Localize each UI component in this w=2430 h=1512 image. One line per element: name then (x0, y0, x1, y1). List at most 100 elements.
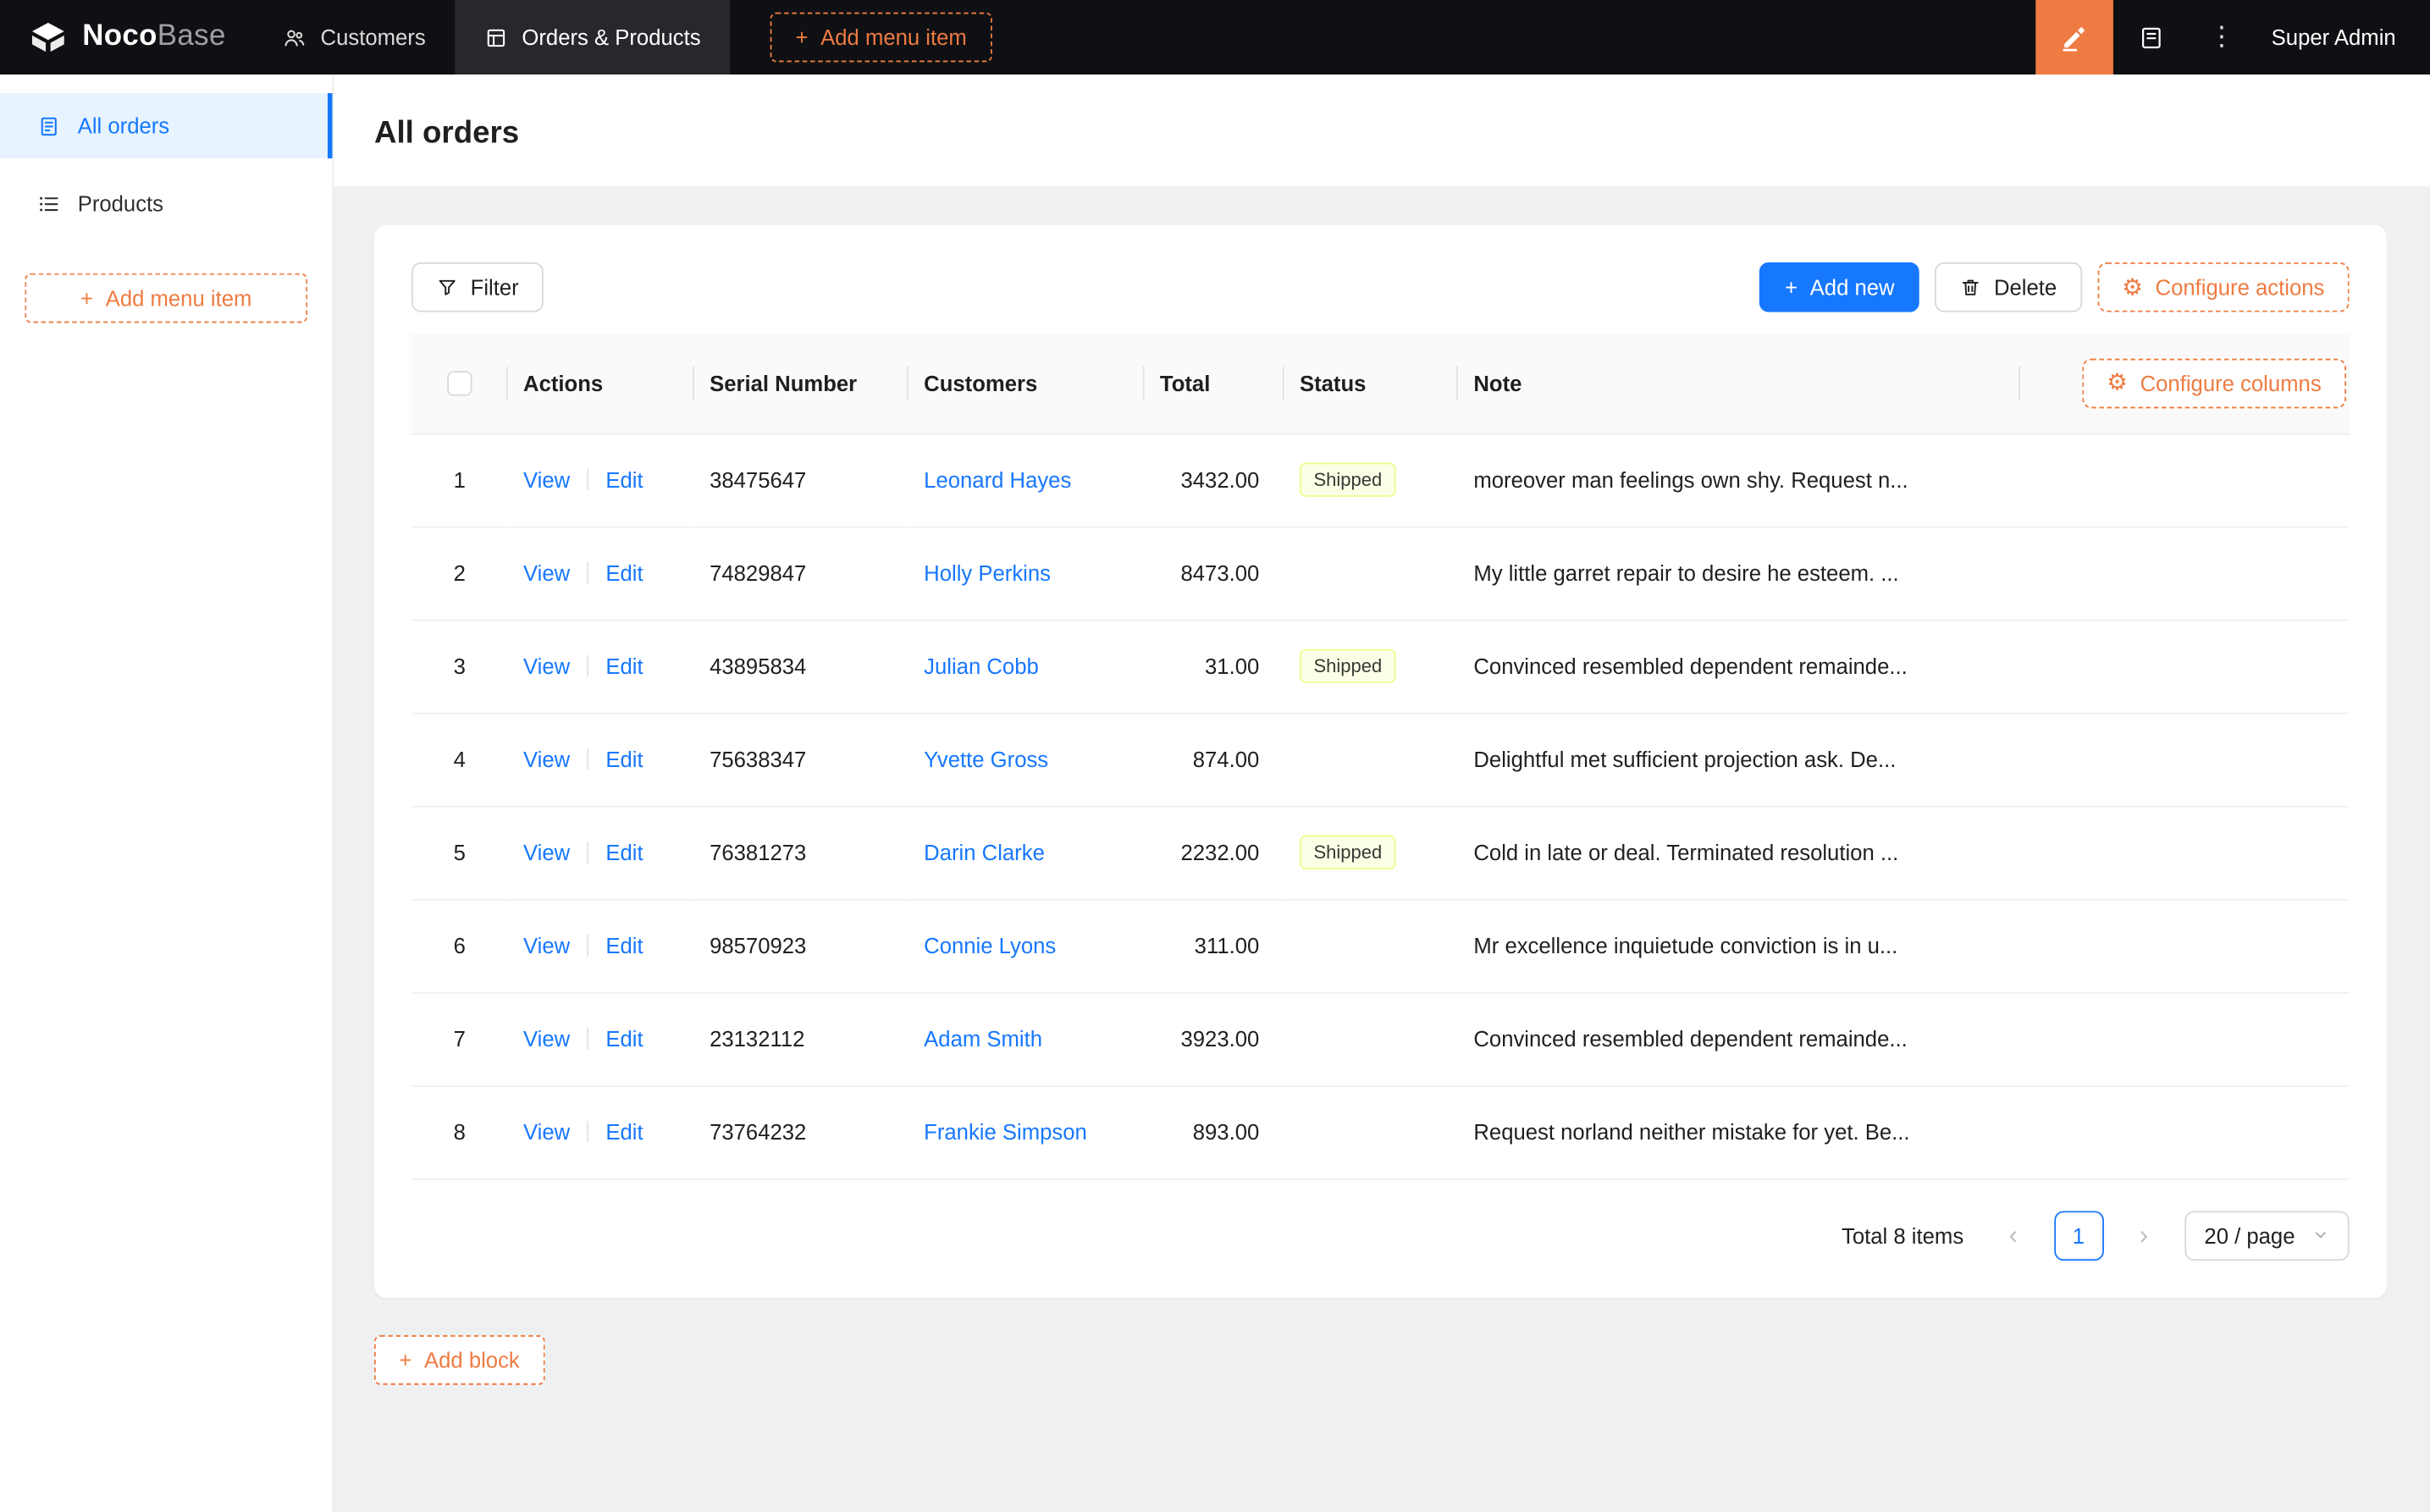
edit-link[interactable]: Edit (605, 840, 643, 864)
ellipsis-icon: ⋮ (2208, 21, 2235, 52)
edit-link[interactable]: Edit (605, 560, 643, 585)
pagination-next-button[interactable]: › (2119, 1211, 2169, 1261)
trash-icon (1960, 276, 1982, 298)
row-index-cell[interactable]: 5 (411, 805, 508, 900)
page-size-select[interactable]: 20 / page (2184, 1210, 2350, 1261)
customer-link[interactable]: Darin Clarke (924, 840, 1045, 864)
filter-button[interactable]: Filter (411, 262, 544, 312)
sidebar-item-label: Products (77, 190, 164, 216)
view-link[interactable]: View (523, 840, 570, 864)
row-index-cell[interactable]: 7 (411, 991, 508, 1086)
row-index-cell[interactable]: 2 (411, 526, 508, 621)
view-link[interactable]: View (523, 933, 570, 957)
total-cell: 893.00 (1144, 1084, 1284, 1179)
view-link[interactable]: View (523, 1119, 570, 1144)
total-cell: 8473.00 (1144, 526, 1284, 621)
total-cell: 2232.00 (1144, 805, 1284, 900)
configure-columns-button[interactable]: ⚙ Configure columns (2081, 358, 2347, 408)
docs-button[interactable] (2113, 0, 2191, 74)
configure-actions-button[interactable]: ⚙ Configure actions (2096, 262, 2350, 312)
edit-link[interactable]: Edit (605, 1119, 643, 1144)
customer-link[interactable]: Leonard Hayes (924, 467, 1071, 492)
ui-editor-button[interactable] (2035, 0, 2113, 75)
total-cell: 3923.00 (1144, 991, 1284, 1086)
sidebar: All orders Products + Add menu item (0, 74, 334, 1512)
add-new-button[interactable]: + Add new (1759, 262, 1919, 312)
chevron-left-icon: ‹ (2008, 1219, 2019, 1250)
customer-cell: Darin Clarke (908, 805, 1145, 900)
spacer-cell (2019, 1084, 2350, 1179)
row-actions-cell: View Edit (507, 526, 694, 621)
configure-actions-label: Configure actions (2155, 274, 2325, 300)
edit-link[interactable]: Edit (605, 654, 643, 678)
row-index-cell[interactable]: 3 (411, 619, 508, 714)
serial-number-cell: 76381273 (693, 805, 908, 900)
sidebar-item-products[interactable]: Products (0, 171, 332, 236)
content-area: Filter + Add new Delete ⚙ Configure acti… (334, 186, 2430, 1384)
customer-cell: Leonard Hayes (908, 433, 1145, 527)
customer-cell: Connie Lyons (908, 898, 1145, 993)
view-link[interactable]: View (523, 1026, 570, 1051)
customer-link[interactable]: Julian Cobb (924, 654, 1039, 678)
action-divider (587, 935, 589, 957)
column-header-customers: Customers (908, 334, 1145, 434)
filter-button-label: Filter (470, 274, 519, 300)
app-root: NocoBase Customers Orders & Products + A… (0, 0, 2430, 1512)
edit-link[interactable]: Edit (605, 747, 643, 771)
pagination-page-1[interactable]: 1 (2053, 1210, 2104, 1261)
total-cell: 31.00 (1144, 619, 1284, 714)
nav-item-orders-products[interactable]: Orders & Products (455, 0, 731, 75)
delete-button[interactable]: Delete (1935, 262, 2082, 312)
customer-link[interactable]: Connie Lyons (924, 933, 1056, 957)
column-header-serial-number: Serial Number (693, 334, 908, 434)
row-index-cell[interactable]: 4 (411, 712, 508, 807)
form-icon (37, 114, 61, 138)
navbar-add-menu-item-button[interactable]: + Add menu item (770, 12, 992, 63)
sidebar-add-menu-item-button[interactable]: + Add menu item (25, 273, 308, 323)
customer-link[interactable]: Adam Smith (924, 1026, 1042, 1051)
more-menu-button[interactable]: ⋮ (2190, 0, 2252, 74)
edit-link[interactable]: Edit (605, 467, 643, 492)
add-block-button[interactable]: + Add block (373, 1334, 545, 1384)
row-index-cell[interactable]: 6 (411, 898, 508, 993)
nocobase-logo-icon (28, 17, 69, 58)
nav-item-label: Customers (320, 25, 426, 50)
action-divider (587, 654, 589, 677)
customer-cell: Frankie Simpson (908, 1084, 1145, 1179)
customer-link[interactable]: Holly Perkins (924, 560, 1051, 585)
view-link[interactable]: View (523, 747, 570, 771)
user-menu[interactable]: Super Admin (2253, 0, 2430, 74)
view-link[interactable]: View (523, 654, 570, 678)
status-cell: Shipped (1284, 433, 1459, 527)
status-badge: Shipped (1299, 462, 1396, 497)
status-cell (1284, 526, 1459, 621)
edit-link[interactable]: Edit (605, 1026, 643, 1051)
select-all-checkbox[interactable] (447, 372, 472, 397)
serial-number-cell: 98570923 (693, 898, 908, 993)
status-badge: Shipped (1299, 648, 1396, 683)
table-row: 4 View Edit 75638347 Yvette Gross 874.00… (411, 712, 2350, 807)
row-index-cell[interactable]: 8 (411, 1084, 508, 1179)
nav-item-customers[interactable]: Customers (254, 0, 456, 74)
customer-link[interactable]: Yvette Gross (924, 747, 1048, 771)
action-divider (587, 841, 589, 864)
chevron-right-icon: › (2139, 1219, 2149, 1250)
brand[interactable]: NocoBase (0, 0, 254, 74)
total-cell: 311.00 (1144, 898, 1284, 993)
configure-columns-cell: ⚙ Configure columns (2019, 334, 2350, 434)
table-icon (484, 25, 508, 49)
status-badge: Shipped (1299, 835, 1396, 869)
customer-link[interactable]: Frankie Simpson (924, 1119, 1087, 1144)
navbar-right: ⋮ Super Admin (2035, 0, 2430, 75)
column-header-note: Note (1458, 334, 2020, 434)
view-link[interactable]: View (523, 560, 570, 585)
edit-link[interactable]: Edit (605, 933, 643, 957)
view-link[interactable]: View (523, 467, 570, 492)
table-row: 6 View Edit 98570923 Connie Lyons 311.00… (411, 898, 2350, 993)
page-title: All orders (373, 116, 520, 151)
row-index-cell[interactable]: 1 (411, 433, 508, 527)
action-divider (587, 561, 589, 584)
pagination-prev-button[interactable]: ‹ (1989, 1211, 2039, 1261)
page-size-value: 20 / page (2204, 1222, 2295, 1248)
sidebar-item-all-orders[interactable]: All orders (0, 93, 333, 159)
